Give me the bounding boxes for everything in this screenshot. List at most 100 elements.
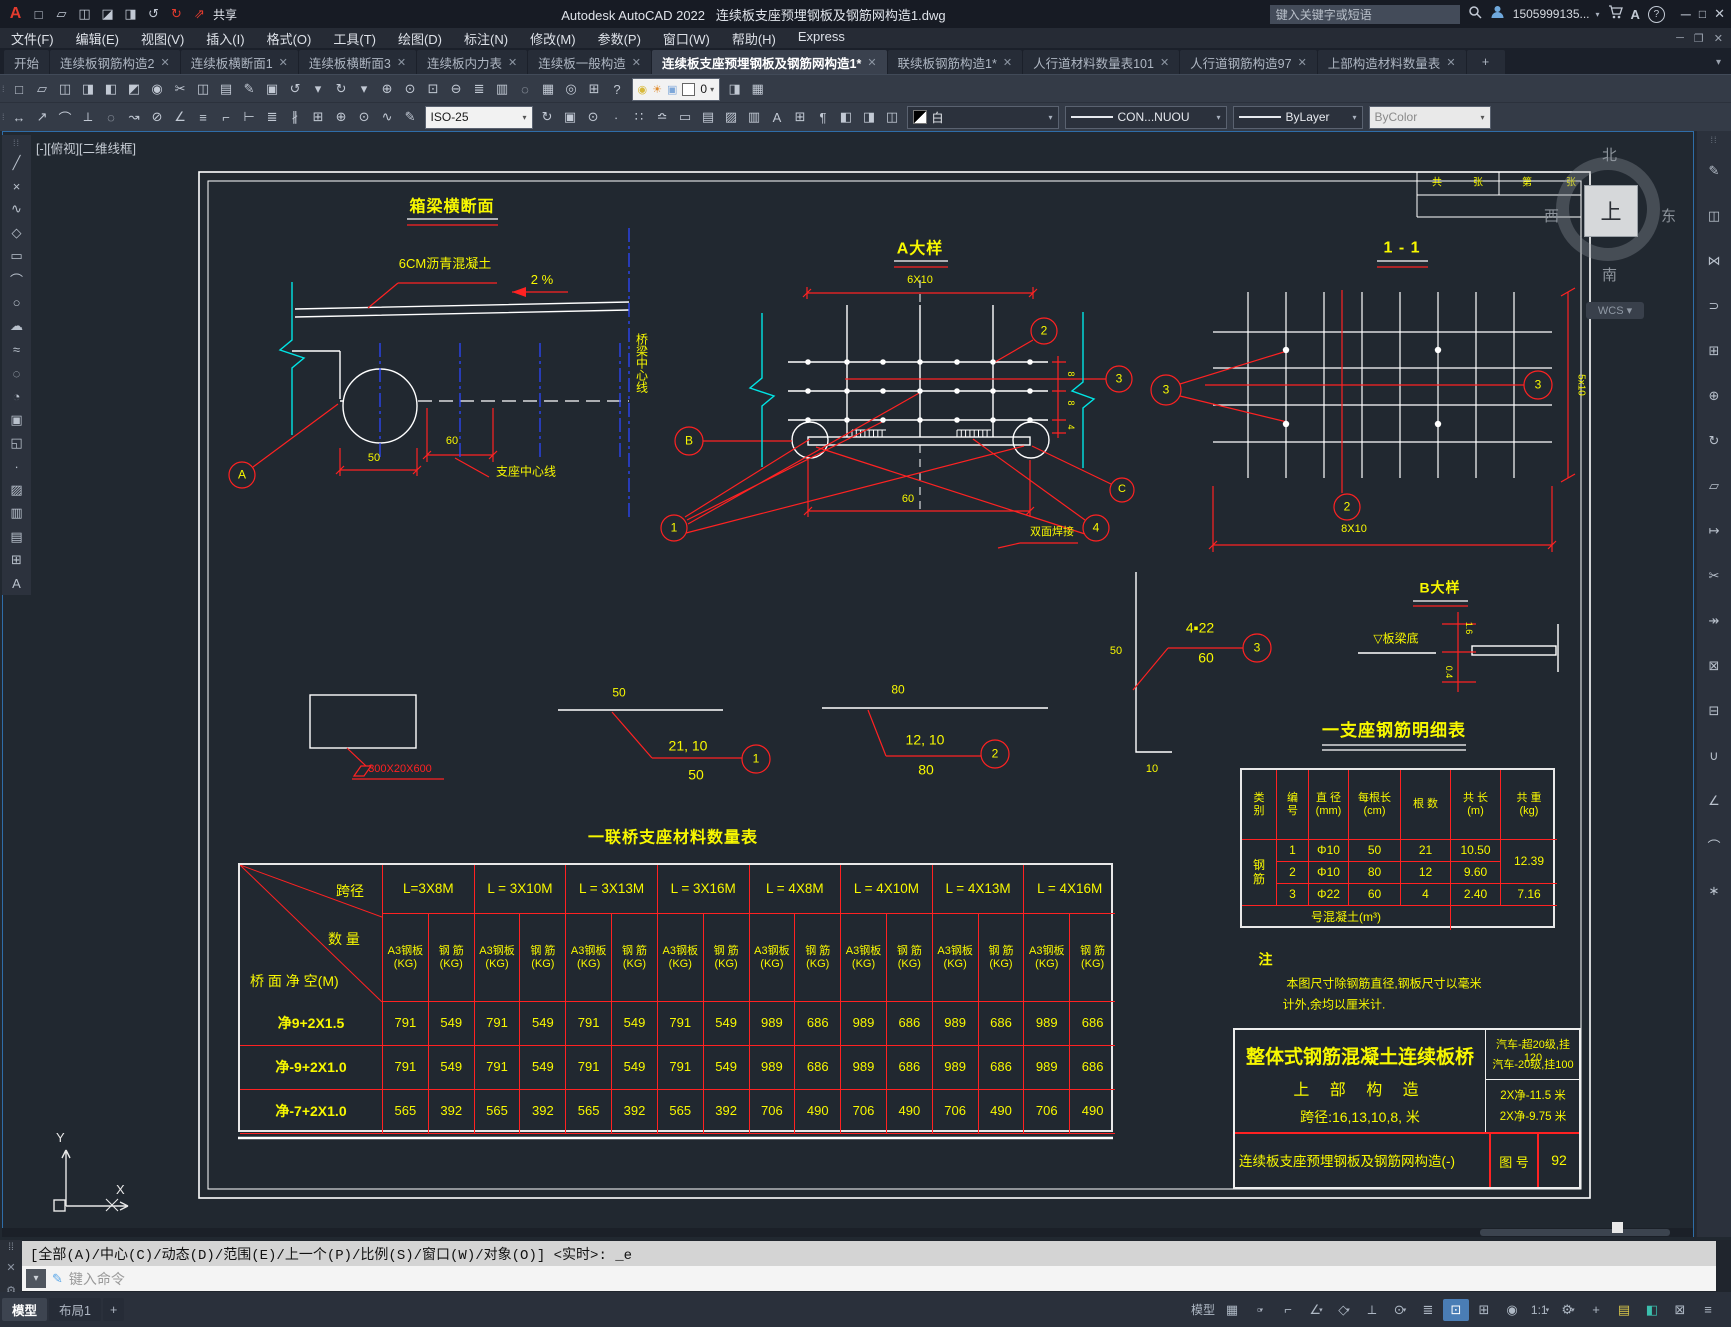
menu-编辑(E)[interactable]: 编辑(E) bbox=[65, 29, 130, 48]
minimize-button[interactable]: ─ bbox=[1681, 6, 1691, 22]
selection-grip[interactable] bbox=[1612, 1222, 1623, 1233]
horizontal-scrollbar[interactable] bbox=[2, 1228, 1693, 1237]
offset-icon[interactable]: ⊃ bbox=[1703, 294, 1726, 317]
model-space-toggle[interactable]: 模型 bbox=[1189, 1299, 1217, 1321]
command-close-icon[interactable]: ✕ bbox=[6, 1261, 15, 1274]
arc-icon[interactable]: ⌒ bbox=[5, 269, 28, 290]
search-icon[interactable] bbox=[1468, 5, 1482, 24]
tab-close-icon[interactable]: ✕ bbox=[1003, 56, 1012, 69]
file-tab[interactable]: 上部构造材料数量表 ✕ bbox=[1317, 50, 1466, 74]
extend-icon[interactable]: ↠ bbox=[1703, 609, 1726, 632]
lineweight-control-dropdown[interactable]: ByLayer ▾ bbox=[1232, 105, 1363, 129]
make-block-icon[interactable]: ◱ bbox=[5, 433, 28, 454]
scrollbar-thumb[interactable] bbox=[1480, 1229, 1670, 1236]
tab-close-icon[interactable]: ✕ bbox=[632, 56, 641, 69]
move-icon[interactable]: ⊕ bbox=[1703, 384, 1726, 407]
layer-isolate-icon[interactable]: ◧ bbox=[836, 107, 857, 128]
file-tab[interactable]: 开始 bbox=[4, 50, 50, 74]
tab-close-icon[interactable]: ✕ bbox=[508, 56, 517, 69]
tab-close-icon[interactable]: ✕ bbox=[397, 56, 406, 69]
join-icon[interactable]: ∪ bbox=[1703, 744, 1726, 767]
menu-帮助(H)[interactable]: 帮助(H) bbox=[721, 29, 787, 48]
layer-states-icon[interactable]: ▥ bbox=[492, 79, 513, 100]
command-window-grip[interactable]: ⁞⁞ ✕ ⚙ bbox=[0, 1240, 22, 1297]
isolate-objects-icon[interactable]: ▤ bbox=[1611, 1299, 1637, 1321]
cart-icon[interactable] bbox=[1608, 4, 1623, 24]
menu-格式(O)[interactable]: 格式(O) bbox=[256, 29, 323, 48]
snap-mode-icon[interactable]: ▫ ▾ bbox=[1247, 1299, 1273, 1321]
layer-control-dropdown[interactable]: ◉ ☀ ▣ 0 ▾ bbox=[631, 77, 721, 101]
snap-mode-caret-icon[interactable]: ▾ bbox=[1260, 1306, 1264, 1314]
dim-style-dropdown[interactable]: ISO-25 ▾ bbox=[424, 105, 533, 129]
file-tab[interactable]: 连续板内力表 ✕ bbox=[417, 50, 528, 74]
file-tab[interactable]: 人行道钢筋构造97 ✕ bbox=[1180, 50, 1317, 74]
save-icon[interactable]: ◫ bbox=[55, 79, 76, 100]
object-snap-tracking-icon[interactable]: ⟂ bbox=[1359, 1299, 1385, 1321]
dim-space-icon[interactable]: ≣ bbox=[262, 107, 283, 128]
command-input[interactable]: ▾ ✎ 键入命令 bbox=[22, 1266, 1716, 1291]
viewcube-west[interactable]: 西 bbox=[1544, 205, 1559, 226]
doc-close-button[interactable]: ✕ bbox=[1714, 32, 1723, 45]
plot-icon[interactable]: ◨ bbox=[120, 4, 141, 25]
tolerance-icon[interactable]: ⊞ bbox=[308, 107, 329, 128]
dim-edit-icon[interactable]: ✎ bbox=[400, 107, 421, 128]
annotation-visibility-icon[interactable]: ◉ bbox=[1499, 1299, 1525, 1321]
save-file-icon[interactable]: ◫ bbox=[74, 4, 95, 25]
color-control-dropdown[interactable]: 白 ▾ bbox=[906, 105, 1059, 129]
search-input[interactable]: 键入关键字或短语 bbox=[1269, 4, 1460, 24]
etransmit-icon[interactable]: ◉ bbox=[147, 79, 168, 100]
calculator-icon[interactable]: ⊞ bbox=[584, 79, 605, 100]
dim-jogged-icon[interactable]: ↝ bbox=[124, 107, 145, 128]
table-icon[interactable]: ⊞ bbox=[5, 549, 28, 570]
undo-icon[interactable]: ↺ bbox=[143, 4, 164, 25]
dim-diameter-icon[interactable]: ⊘ bbox=[147, 107, 168, 128]
selection-cycling-icon[interactable]: ⊡ bbox=[1443, 1298, 1469, 1321]
mtext-icon[interactable]: ¶ bbox=[813, 107, 834, 128]
dim-radius-icon[interactable]: ◌ bbox=[101, 107, 122, 128]
pan-icon[interactable]: ⊕ bbox=[377, 79, 398, 100]
share-label[interactable]: 共享 bbox=[213, 6, 237, 23]
table-icon[interactable]: ⊞ bbox=[790, 107, 811, 128]
dim-inspect-icon[interactable]: ⊙ bbox=[354, 107, 375, 128]
redo-icon[interactable]: ↻ bbox=[166, 4, 187, 25]
ellipse-icon[interactable]: ◌ bbox=[5, 362, 28, 383]
chamfer-icon[interactable]: ∠ bbox=[1703, 789, 1726, 812]
menu-Express[interactable]: Express bbox=[787, 29, 856, 48]
lineweight-display-icon[interactable]: ≣ bbox=[1415, 1299, 1441, 1321]
properties-palette-icon[interactable]: ◨ bbox=[724, 79, 745, 100]
new-icon[interactable]: □ bbox=[9, 79, 30, 100]
command-options-icon[interactable]: ▾ bbox=[26, 1269, 46, 1288]
menu-文件(F)[interactable]: 文件(F) bbox=[0, 29, 65, 48]
isometric-drafting-icon[interactable]: ◇ ▾ bbox=[1331, 1299, 1357, 1321]
gradient-icon[interactable]: ▥ bbox=[5, 503, 28, 524]
make-current-icon[interactable]: ◎ bbox=[561, 79, 582, 100]
save-as-icon[interactable]: ◪ bbox=[97, 4, 118, 25]
viewport-controls[interactable]: [-][俯视][二维线框] bbox=[36, 138, 136, 157]
open-file-icon[interactable]: ▱ bbox=[51, 4, 72, 25]
account-caret-icon[interactable]: ▾ bbox=[1596, 10, 1600, 19]
layer-walk-icon[interactable]: ▦ bbox=[538, 79, 559, 100]
dim-angular-icon[interactable]: ∠ bbox=[170, 107, 191, 128]
dim-quick-icon[interactable]: ≡ bbox=[193, 107, 214, 128]
redo-caret-icon[interactable]: ▾ bbox=[354, 79, 375, 100]
dim-aligned-icon[interactable]: ↗ bbox=[32, 107, 53, 128]
object-snap-icon[interactable]: ⊙ ▾ bbox=[1387, 1299, 1413, 1321]
dim-break-icon[interactable]: ∦ bbox=[285, 107, 306, 128]
hatch-icon[interactable]: ▨ bbox=[5, 479, 28, 500]
annotation-monitor-icon[interactable]: + bbox=[1583, 1299, 1609, 1321]
insert-block-icon[interactable]: ▣ bbox=[5, 409, 28, 430]
dim-linear-icon[interactable]: ↔ bbox=[9, 107, 30, 128]
workspace-switching-icon[interactable]: ⚙ ▾ bbox=[1555, 1299, 1581, 1321]
circle-icon[interactable]: ○ bbox=[5, 292, 28, 313]
dim-update-icon[interactable]: ↻ bbox=[537, 107, 558, 128]
close-button[interactable]: ✕ bbox=[1714, 6, 1725, 22]
redo-icon[interactable]: ↻ bbox=[331, 79, 352, 100]
point-icon[interactable]: ∙ bbox=[5, 456, 28, 477]
divide-icon[interactable]: ∷ bbox=[629, 107, 650, 128]
file-tab[interactable]: 联续板钢筋构造1* ✕ bbox=[887, 50, 1023, 74]
zoom-previous-icon[interactable]: ⊖ bbox=[446, 79, 467, 100]
cut-clip-icon[interactable]: ✂ bbox=[170, 79, 191, 100]
break-icon[interactable]: ⊟ bbox=[1703, 699, 1726, 722]
tab-close-icon[interactable]: ✕ bbox=[1298, 56, 1307, 69]
annotation-scale-toggle[interactable]: 1:1 ▾ bbox=[1527, 1299, 1553, 1321]
